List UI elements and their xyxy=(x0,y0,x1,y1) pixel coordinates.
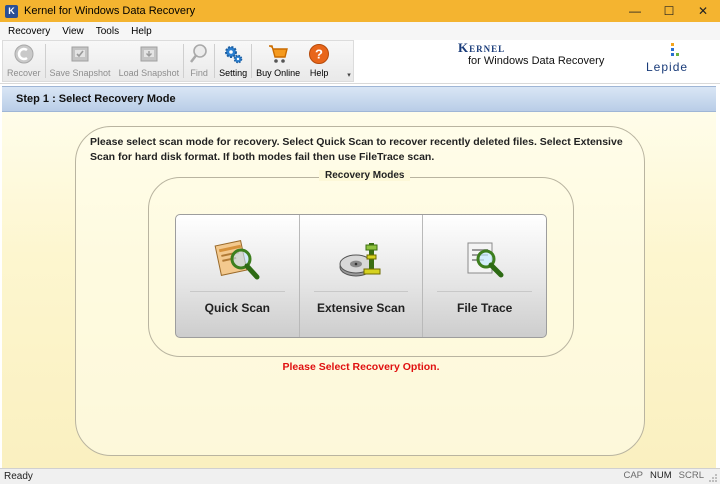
menu-bar: Recovery View Tools Help xyxy=(0,22,720,40)
step-header: Step 1 : Select Recovery Mode xyxy=(2,86,716,112)
status-message: Please Select Recovery Option. xyxy=(282,361,440,373)
toolbar-overflow-button[interactable]: ▾ xyxy=(345,71,353,81)
recover-icon xyxy=(14,44,34,64)
window-title: Kernel for Windows Data Recovery xyxy=(24,5,196,17)
toolbar-strip: Recover Save Snapshot Load Snapshot Find… xyxy=(2,40,354,82)
app-icon: K xyxy=(5,4,18,18)
buy-online-button[interactable]: Buy Online xyxy=(252,41,304,81)
help-button[interactable]: ? Help xyxy=(304,41,334,81)
lepide-text: Lepide xyxy=(646,60,689,74)
mode-divider xyxy=(437,291,533,292)
status-bar: Ready CAP NUM SCRL xyxy=(0,468,720,484)
resize-grip-icon[interactable] xyxy=(708,473,718,483)
main-panel: Please select scan mode for recovery. Se… xyxy=(2,112,716,468)
gear-icon xyxy=(225,46,243,64)
save-snapshot-icon xyxy=(71,46,89,62)
caps-lock-indicator: CAP xyxy=(623,470,644,481)
find-button[interactable]: Find xyxy=(184,41,214,81)
load-snapshot-button[interactable]: Load Snapshot xyxy=(115,41,184,81)
svg-text:?: ? xyxy=(315,47,323,62)
status-ready: Ready xyxy=(4,471,33,482)
scroll-lock-indicator: SCRL xyxy=(678,470,704,481)
quick-scan-button[interactable]: Quick Scan xyxy=(176,215,300,337)
recovery-panel: Please select scan mode for recovery. Se… xyxy=(75,126,645,456)
recovery-modes-group: Recovery Modes Quick Scan Extensive Scan… xyxy=(148,170,574,357)
recovery-modes-box: Quick Scan Extensive Scan File Trace xyxy=(175,214,547,338)
recover-label: Recover xyxy=(7,68,41,78)
mode-divider xyxy=(313,291,409,292)
menu-help[interactable]: Help xyxy=(131,26,152,37)
title-bar[interactable]: K Kernel for Windows Data Recovery — ☐ ✕ xyxy=(0,0,720,22)
find-label: Find xyxy=(190,68,208,78)
menu-tools[interactable]: Tools xyxy=(96,26,119,37)
help-label: Help xyxy=(309,68,329,78)
recovery-modes-title: Recovery Modes xyxy=(319,170,411,181)
save-snapshot-label: Save Snapshot xyxy=(49,68,111,78)
maximize-button[interactable]: ☐ xyxy=(652,0,686,22)
find-icon xyxy=(190,44,207,63)
menu-recovery[interactable]: Recovery xyxy=(8,26,50,37)
key-indicators: CAP NUM SCRL xyxy=(616,470,704,481)
brand-subtitle: for Windows Data Recovery xyxy=(468,55,605,67)
step-title: Step 1 : Select Recovery Mode xyxy=(16,93,176,105)
menu-view[interactable]: View xyxy=(62,26,84,37)
num-lock-indicator: NUM xyxy=(650,470,672,481)
quick-scan-label: Quick Scan xyxy=(204,301,271,315)
file-trace-button[interactable]: File Trace xyxy=(423,215,546,337)
save-snapshot-button[interactable]: Save Snapshot xyxy=(46,41,115,81)
load-snapshot-label: Load Snapshot xyxy=(118,68,180,78)
help-icon: ? xyxy=(309,44,330,64)
extensive-scan-label: Extensive Scan xyxy=(316,301,406,315)
setting-button[interactable]: Setting xyxy=(215,41,251,81)
close-button[interactable]: ✕ xyxy=(686,0,720,22)
buy-online-label: Buy Online xyxy=(256,68,301,78)
recover-button[interactable]: Recover xyxy=(3,41,45,81)
lepide-logo-icon xyxy=(671,43,679,56)
extensive-scan-icon xyxy=(339,243,381,277)
brand-kernel: Kernel xyxy=(458,40,506,55)
extensive-scan-button[interactable]: Extensive Scan xyxy=(300,215,424,337)
toolbar: Recover Save Snapshot Load Snapshot Find… xyxy=(0,40,720,84)
file-trace-icon xyxy=(467,242,504,278)
instructions-text: Please select scan mode for recovery. Se… xyxy=(90,136,623,163)
setting-label: Setting xyxy=(219,68,248,78)
minimize-button[interactable]: — xyxy=(618,0,652,22)
lepide-logo: Lepide xyxy=(640,40,710,82)
quick-scan-icon xyxy=(214,240,260,280)
mode-divider xyxy=(190,291,285,292)
load-snapshot-icon xyxy=(140,46,158,62)
shopping-cart-icon xyxy=(269,45,289,63)
file-trace-label: File Trace xyxy=(456,301,513,315)
